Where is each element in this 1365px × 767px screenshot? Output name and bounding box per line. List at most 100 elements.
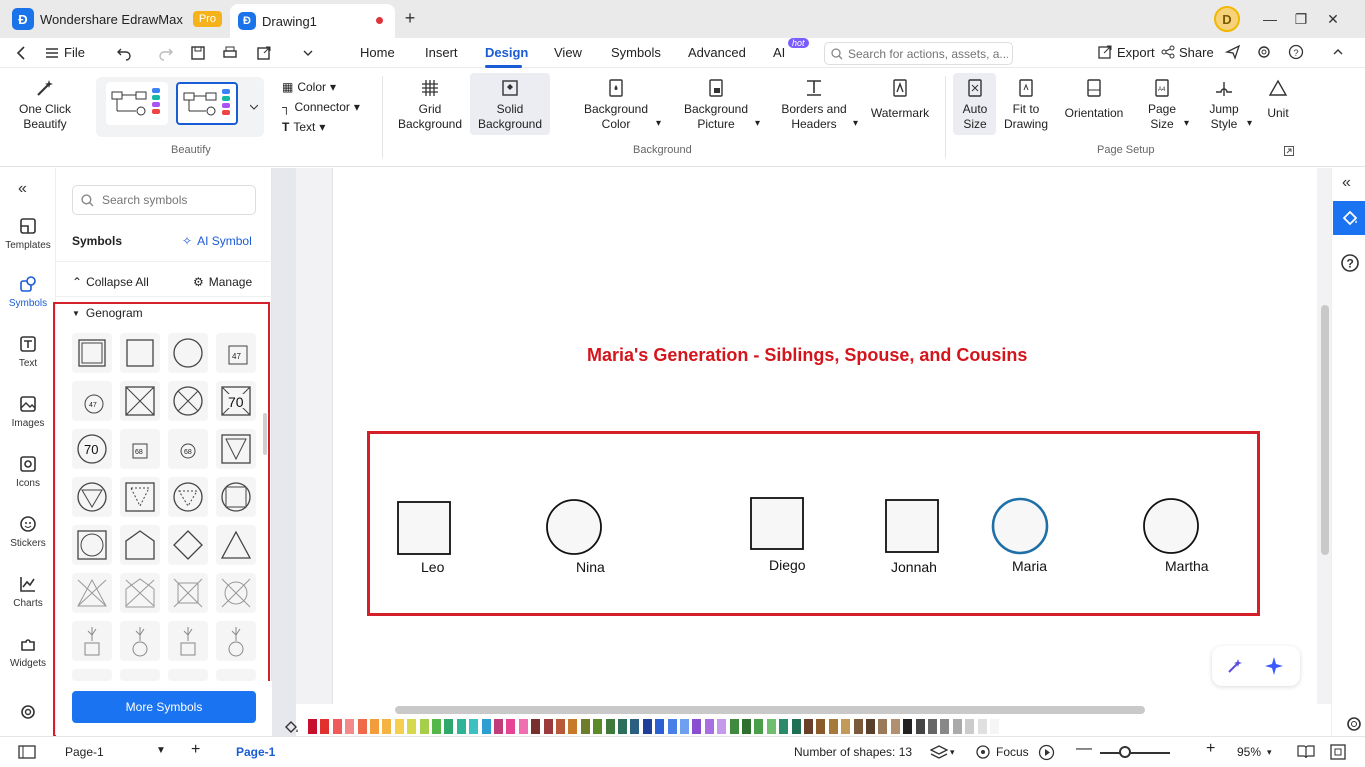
color-swatch[interactable]	[543, 719, 553, 734]
person-label-diego[interactable]: Diego	[769, 557, 806, 573]
color-swatch[interactable]	[419, 719, 429, 734]
page-dropdown-icon[interactable]: ▼	[156, 745, 166, 756]
color-swatch[interactable]	[345, 719, 355, 734]
export-icon[interactable]	[1097, 44, 1113, 60]
color-swatch[interactable]	[506, 719, 516, 734]
nav-widgets[interactable]: Widgets	[0, 634, 56, 669]
color-swatch[interactable]	[469, 719, 479, 734]
symbol-pregnancy-square[interactable]	[168, 621, 208, 661]
color-swatch[interactable]	[866, 719, 875, 734]
grid-background-button[interactable]: Grid Background	[396, 78, 464, 132]
color-swatch[interactable]	[332, 719, 342, 734]
help-icon[interactable]: ?	[1288, 44, 1304, 60]
color-swatch[interactable]	[456, 719, 466, 734]
symbol-dotted-triangle-circle[interactable]	[168, 477, 208, 517]
color-swatch[interactable]	[965, 719, 975, 734]
document-tab[interactable]: Đ Drawing1	[230, 4, 395, 38]
action-search[interactable]	[824, 42, 1013, 65]
color-swatch[interactable]	[308, 719, 317, 734]
layers-dropdown-icon[interactable]: ▾	[950, 747, 955, 758]
print-icon[interactable]	[222, 45, 238, 61]
color-swatch[interactable]	[828, 719, 838, 734]
color-swatch[interactable]	[853, 719, 863, 734]
app-tab[interactable]: Đ Wondershare EdrawMax Pro	[12, 7, 222, 31]
hamburger-icon[interactable]	[44, 45, 60, 61]
nav-icons[interactable]: Icons	[0, 454, 56, 489]
symbol-deceased-male[interactable]	[120, 381, 160, 421]
symbol-search[interactable]	[72, 185, 256, 215]
symbol-deceased-female[interactable]	[168, 381, 208, 421]
background-color-button[interactable]: Background Color	[580, 78, 652, 132]
symbol-crossed-square[interactable]	[168, 573, 208, 613]
tab-design[interactable]: Design	[485, 45, 528, 60]
collapse-ribbon-icon[interactable]	[1330, 44, 1346, 60]
symbol-triangle-box[interactable]	[216, 429, 256, 469]
collapse-all-button[interactable]: ⌃ Collapse All	[72, 275, 149, 289]
color-swatch[interactable]	[531, 719, 541, 734]
symbol-crossed-pentagon[interactable]	[120, 573, 160, 613]
person-label-jonnah[interactable]: Jonnah	[891, 559, 937, 575]
tab-symbols[interactable]: Symbols	[611, 45, 661, 60]
text-dropdown[interactable]: T Text ▾	[282, 120, 325, 134]
borders-headers-button[interactable]: Borders and Headers	[778, 78, 850, 132]
symbol-pregnancy-male[interactable]	[72, 621, 112, 661]
color-swatch[interactable]	[754, 719, 764, 734]
color-swatch[interactable]	[766, 719, 776, 734]
symbol-pregnancy-circle[interactable]	[216, 621, 256, 661]
symbol-diamond[interactable]	[168, 525, 208, 565]
color-swatch[interactable]	[432, 719, 441, 734]
symbol-dotted-triangle-box[interactable]	[120, 477, 160, 517]
zoom-slider-knob[interactable]	[1119, 746, 1131, 758]
expand-panel-icon[interactable]: «	[1342, 174, 1351, 192]
color-swatch[interactable]	[704, 719, 714, 734]
action-search-input[interactable]	[848, 46, 1008, 61]
nav-text[interactable]: Text	[0, 334, 56, 369]
color-swatch[interactable]	[680, 719, 689, 734]
symbol-square-68[interactable]: 68	[120, 429, 160, 469]
tab-advanced[interactable]: Advanced	[688, 45, 746, 60]
canvas-area[interactable]: Maria's Generation - Siblings, Spouse, a…	[296, 168, 1331, 704]
color-swatch[interactable]	[642, 719, 652, 734]
color-swatch[interactable]	[580, 719, 590, 734]
color-swatch[interactable]	[878, 719, 888, 734]
page-size-dropdown-icon[interactable]: ▾	[1184, 118, 1189, 129]
maximize-icon[interactable]: ❐	[1290, 8, 1312, 30]
color-swatch[interactable]	[742, 719, 751, 734]
settings-gear-icon[interactable]	[18, 702, 38, 722]
theme-option-1[interactable]	[106, 82, 168, 125]
panel-toggle-icon[interactable]	[18, 745, 36, 759]
fit-page-icon[interactable]	[1330, 744, 1346, 760]
nav-images[interactable]: Images	[0, 394, 56, 429]
symbol-square-circle[interactable]	[72, 525, 112, 565]
send-icon[interactable]	[1225, 44, 1241, 60]
book-view-icon[interactable]	[1297, 744, 1315, 760]
drawing-page[interactable]: Maria's Generation - Siblings, Spouse, a…	[332, 168, 1317, 704]
symbol-square-70[interactable]: 70	[216, 381, 256, 421]
color-swatch[interactable]	[382, 719, 392, 734]
symbol-square[interactable]	[120, 333, 160, 373]
symbol-partial[interactable]	[72, 669, 112, 681]
color-swatch[interactable]	[717, 719, 727, 734]
fill-bucket-icon[interactable]	[284, 719, 300, 735]
unit-button[interactable]: Unit	[1262, 78, 1294, 121]
layers-icon[interactable]	[930, 744, 948, 760]
back-icon[interactable]	[14, 45, 30, 61]
save-icon[interactable]	[190, 45, 206, 61]
color-swatch[interactable]	[593, 719, 603, 734]
new-tab-button[interactable]: +	[400, 8, 420, 29]
color-swatch[interactable]	[320, 719, 330, 734]
person-label-nina[interactable]: Nina	[576, 559, 605, 575]
orientation-button[interactable]: Orientation	[1060, 78, 1128, 121]
borders-dropdown-icon[interactable]: ▾	[853, 118, 858, 129]
tab-home[interactable]: Home	[360, 45, 395, 60]
color-swatch[interactable]	[357, 719, 367, 734]
symbol-circle-square[interactable]	[216, 477, 256, 517]
symbol-partial[interactable]	[168, 669, 208, 681]
color-swatch[interactable]	[841, 719, 851, 734]
color-dropdown[interactable]: ▦ Color ▾	[282, 80, 336, 94]
color-swatch[interactable]	[729, 719, 739, 734]
nav-templates[interactable]: Templates	[0, 216, 56, 251]
symbol-partial[interactable]	[120, 669, 160, 681]
avatar[interactable]: D	[1214, 6, 1240, 32]
color-swatch[interactable]	[370, 719, 379, 734]
